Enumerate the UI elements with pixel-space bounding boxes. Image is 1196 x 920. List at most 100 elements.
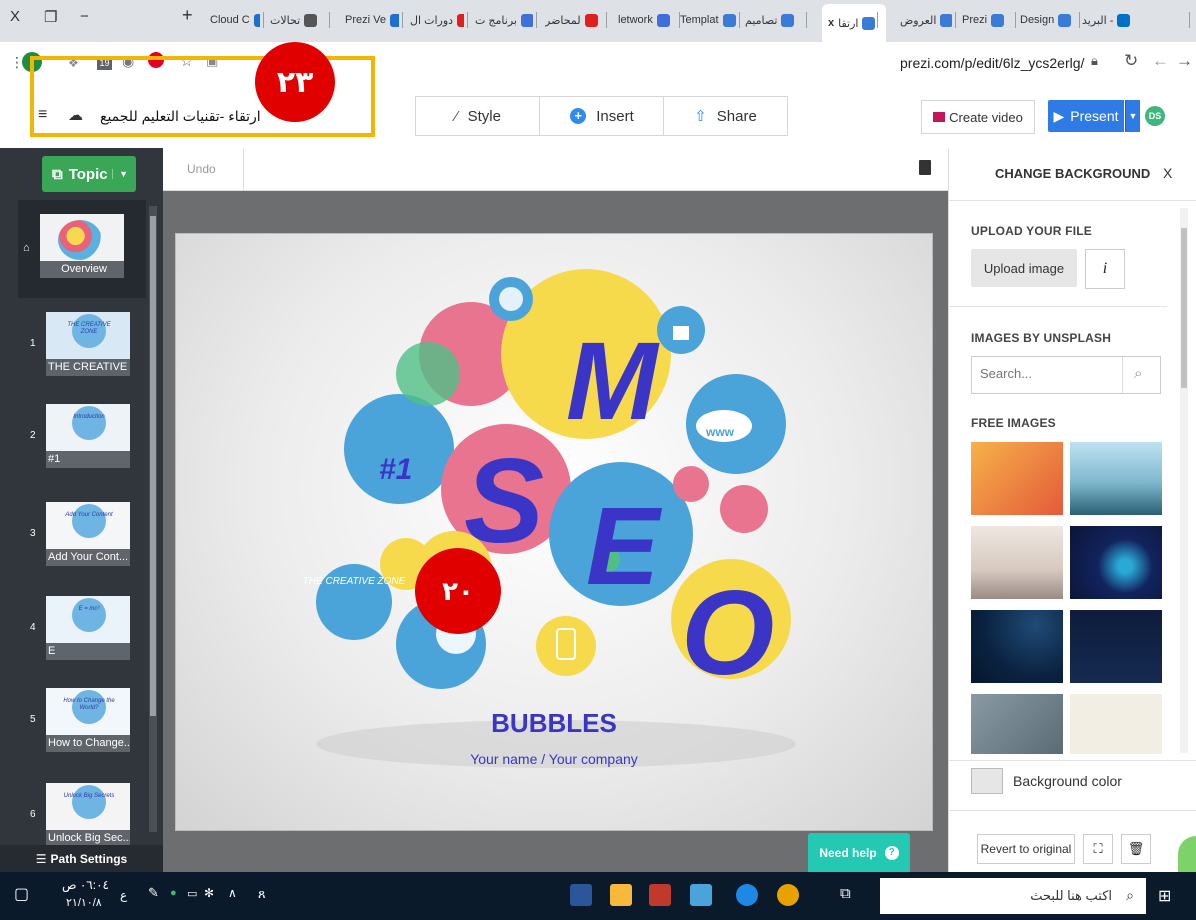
user-avatar[interactable]: DS [1145, 106, 1165, 126]
browser-tab-label: البريد - [1082, 14, 1114, 27]
battery-icon[interactable]: ▭ [187, 887, 197, 900]
security-icon[interactable]: ● [170, 887, 177, 899]
free-image-isometric[interactable] [1070, 526, 1162, 599]
topic-thumbnail[interactable]: E = mc² E [46, 596, 130, 660]
present-button[interactable]: ▶ Present [1048, 100, 1124, 132]
lock-icon[interactable]: 🔒︎ [1091, 53, 1098, 69]
free-image-concrete[interactable] [971, 694, 1063, 754]
tab-separator [329, 12, 330, 28]
overview-row[interactable]: ⌂ Overview [18, 200, 146, 298]
topic-thumbnail[interactable]: THE CREATIVE ZONE THE CREATIVE ... [46, 312, 130, 376]
free-image-mountains[interactable] [1070, 442, 1162, 515]
language-indicator[interactable]: ع [120, 888, 127, 902]
insert-button[interactable]: + Insert [539, 96, 665, 136]
add-topic-icon: ⧉ [52, 165, 63, 183]
windows-start-icon[interactable]: ⊞ [1158, 886, 1171, 906]
pen-icon[interactable]: ✎ [148, 885, 159, 901]
browser-tab[interactable]: تصاميم [745, 7, 803, 33]
edge-icon[interactable] [736, 884, 758, 906]
url-text[interactable]: prezi.com/p/edit/6lz_ycs2erlg/ [900, 55, 1084, 71]
back-icon[interactable]: → [1176, 51, 1193, 71]
browser-tab[interactable]: Prezi [962, 7, 1012, 33]
free-image-fog[interactable] [971, 526, 1063, 599]
browser-tab[interactable]: برنامج ت [475, 7, 533, 33]
trash-icon[interactable]: 🗑︎ [1121, 834, 1151, 864]
left-scrollbar-track[interactable] [149, 206, 157, 832]
panel-close-button[interactable]: X [1163, 165, 1172, 181]
unsplash-search-field[interactable]: ⌕ [971, 356, 1161, 394]
left-scrollbar-thumb[interactable] [150, 216, 156, 716]
taskbar-search-box[interactable]: ⌕ اكتب هنا للبحث [880, 878, 1146, 914]
forward-icon[interactable]: ← [1152, 51, 1169, 71]
browser-tab[interactable]: Templat [680, 7, 736, 33]
clock-time[interactable]: ٠٦:٠٤ ص [62, 878, 109, 892]
thumbnail-bubble-image [72, 406, 106, 440]
chevron-down-icon[interactable]: ▼ [112, 169, 128, 179]
tab-separator [877, 12, 878, 28]
file-explorer-icon[interactable] [610, 884, 632, 906]
slide-title: BUBBLES [491, 708, 617, 738]
word-icon[interactable] [570, 884, 592, 906]
upload-image-button[interactable]: Upload image [971, 249, 1077, 287]
right-scrollbar-track[interactable] [1180, 208, 1188, 753]
browser-tab-label: لمحاضر [545, 14, 581, 27]
browser-tab[interactable]: لمحاضر [545, 7, 603, 33]
free-image-waveform[interactable] [1070, 610, 1162, 683]
browser-tab[interactable]: Cloud C [210, 7, 260, 33]
info-icon[interactable]: i [1085, 249, 1125, 289]
path-settings-button[interactable]: ☰ Path Settings [0, 845, 163, 872]
free-image-topography[interactable] [1070, 694, 1162, 754]
task-view-icon[interactable]: ⧉ [840, 885, 851, 902]
notes-icon[interactable] [919, 160, 931, 175]
free-image-stars[interactable] [971, 610, 1063, 683]
notification-icon[interactable]: ▢ [14, 884, 29, 904]
tab-close-button[interactable]: x [828, 17, 834, 29]
overview-thumbnail[interactable]: Overview [40, 214, 124, 278]
browser-tab[interactable]: تحالات [270, 7, 326, 33]
share-button[interactable]: ⇧ Share [663, 96, 788, 136]
window-restore-button[interactable]: ❐ [44, 8, 57, 26]
topic-button[interactable]: ⧉ Topic ▼ [42, 156, 136, 192]
create-video-button[interactable]: Create video [921, 100, 1035, 134]
topic-thumbnail[interactable]: Unlock Big Secrets Unlock Big Sec... [46, 783, 130, 847]
free-image-sunset[interactable] [971, 442, 1063, 515]
topic-thumbnail[interactable]: Introduction #1 [46, 404, 130, 468]
browser-tab[interactable]: دورات ال [410, 7, 464, 33]
revert-to-original-button[interactable]: Revert to original [977, 834, 1075, 864]
chevron-up-icon[interactable]: ∧ [228, 886, 237, 900]
topic-thumbnail[interactable]: Add Your Content Add Your Cont... [46, 502, 130, 566]
slide-canvas[interactable]: M S E O #1 www THE CREATIVE ZONE BUBBLES… [175, 233, 933, 831]
present-dropdown-button[interactable]: ▼ [1125, 100, 1140, 132]
browser-tab[interactable]: العروض [900, 7, 952, 33]
chrome-icon[interactable] [777, 884, 799, 906]
powerpoint-icon[interactable] [649, 884, 671, 906]
browser-tab[interactable]: Design [1020, 7, 1076, 33]
bubble [720, 485, 768, 533]
clock-date[interactable]: ٢١/١٠/٨ [66, 896, 102, 909]
network-icon[interactable]: ✻ [204, 886, 214, 900]
window-close-button[interactable]: X [10, 8, 20, 25]
app-icon[interactable] [690, 884, 712, 906]
right-scrollbar-thumb[interactable] [1181, 228, 1187, 388]
browser-tab[interactable]: البريد - [1082, 7, 1186, 33]
help-icon: ? [884, 845, 899, 860]
need-help-button[interactable]: Need help ? [808, 833, 910, 872]
fit-screen-icon[interactable]: ⛶ [1083, 834, 1113, 864]
background-color-label[interactable]: Background color [1013, 773, 1122, 789]
background-color-swatch[interactable] [971, 768, 1003, 794]
reload-icon[interactable]: ↻ [1124, 51, 1138, 71]
tab-favicon-icon [991, 13, 1005, 27]
thumbnail-inner-text: Introduction [73, 414, 105, 420]
people-icon[interactable]: ጸ [258, 886, 266, 902]
new-tab-button[interactable]: + [182, 5, 193, 26]
browser-tab[interactable]: letwork [618, 7, 676, 33]
topic-thumbnail[interactable]: How to Change the World? How to Change... [46, 688, 130, 752]
divider [949, 760, 1196, 761]
tab-separator [739, 12, 740, 28]
style-button[interactable]: ⁄ Style [415, 96, 541, 136]
unsplash-search-input[interactable] [978, 365, 1122, 382]
browser-tab[interactable]: Prezi Ve [345, 7, 399, 33]
window-minimize-button[interactable]: − [80, 8, 89, 25]
search-icon[interactable]: ⌕ [1134, 365, 1142, 382]
undo-button[interactable]: Undo [187, 162, 216, 176]
